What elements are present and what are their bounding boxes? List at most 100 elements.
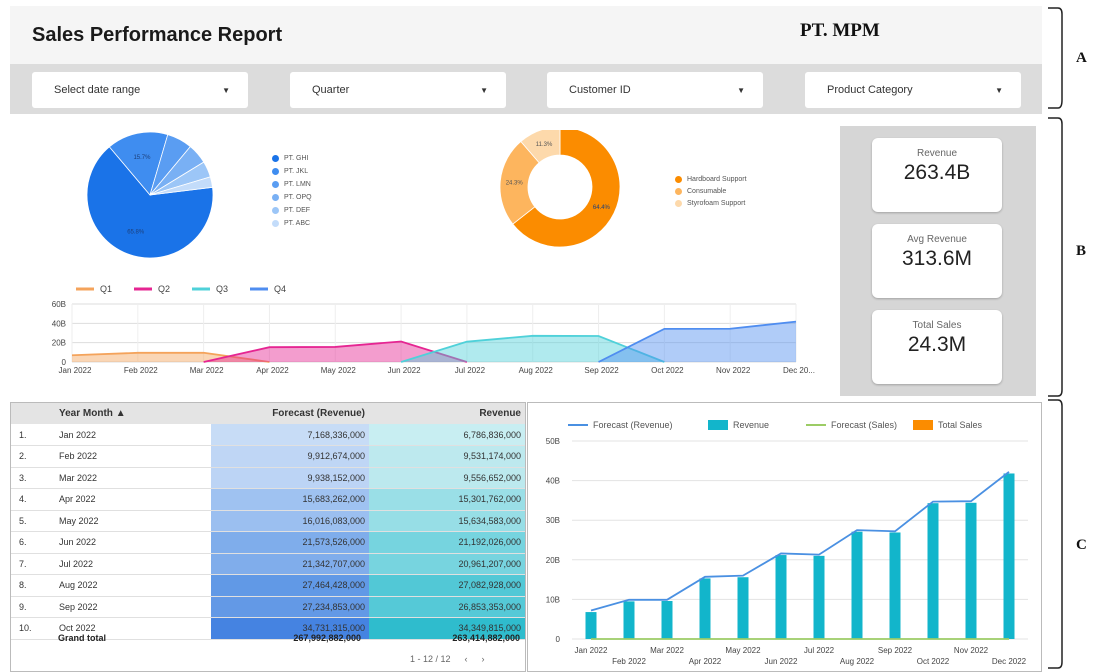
combo-chart-panel: 0 10B 20B 30B 40B 50B Jan 2022 Feb 2022 Mar 2022… xyxy=(527,402,1042,672)
cell-revenue: 9,531,174,000 xyxy=(369,445,525,468)
legend-item[interactable]: PT. OPQ xyxy=(272,194,312,201)
bar[interactable] xyxy=(927,503,939,639)
section-brackets xyxy=(1048,7,1063,669)
series-line[interactable] xyxy=(590,471,1010,612)
x-tick-label: Jul 2022 xyxy=(804,646,835,655)
cell-forecast: 27,234,853,000 xyxy=(211,596,369,618)
row-index: 1. xyxy=(11,424,47,446)
pager-range: 1 - 12 / 12 xyxy=(410,654,451,664)
table-header-row: Year Month ▲ Forecast (Revenue) Revenue xyxy=(11,403,525,424)
cell-year-month: Sep 2022 xyxy=(47,596,211,618)
bar[interactable] xyxy=(965,502,977,639)
cell-revenue: 15,301,762,000 xyxy=(369,488,525,511)
bar[interactable] xyxy=(775,555,787,639)
legend-label[interactable]: Forecast (Revenue) xyxy=(593,420,673,430)
cell-forecast: 27,464,428,000 xyxy=(211,574,369,597)
chevron-down-icon: ▼ xyxy=(737,86,745,95)
y-tick-label: 50B xyxy=(546,437,560,446)
x-tick-label: Jul 2022 xyxy=(455,366,486,375)
x-tick-label: Jun 2022 xyxy=(388,366,421,375)
kpi-value: 24.3M xyxy=(907,333,967,356)
legend-label[interactable]: Q4 xyxy=(274,284,286,294)
slice-data-label: 64.4% xyxy=(593,205,611,211)
customer-id-filter-label: Customer ID xyxy=(569,84,631,96)
legend-item[interactable]: Styrofoam Support xyxy=(675,200,745,207)
table-row[interactable]: 6. Jun 2022 21,573,526,000 21,192,026,000 xyxy=(11,531,525,554)
table-row[interactable]: 2. Feb 2022 9,912,674,000 9,531,174,000 xyxy=(11,445,525,468)
legend-item[interactable]: PT. ABC xyxy=(272,220,310,227)
legend-swatch xyxy=(272,207,279,214)
table-row[interactable]: 3. Mar 2022 9,938,152,000 9,556,652,000 xyxy=(11,467,525,489)
column-header-year-month[interactable]: Year Month ▲ xyxy=(11,403,211,424)
column-header-revenue[interactable]: Revenue xyxy=(369,403,525,424)
section-label-c: C xyxy=(1076,537,1087,553)
y-tick-label: 40B xyxy=(52,319,66,328)
bar[interactable] xyxy=(1003,473,1015,639)
cell-forecast: 9,912,674,000 xyxy=(211,445,369,468)
legend-label[interactable]: Q1 xyxy=(100,284,112,294)
x-tick-label: Feb 2022 xyxy=(612,657,646,666)
legend-item[interactable]: Consumable xyxy=(675,188,726,195)
category-donut-chart: 64.4% 24.3% 11.3% xyxy=(499,130,621,248)
legend-label[interactable]: Total Sales xyxy=(938,420,983,430)
chevron-down-icon: ▼ xyxy=(480,86,488,95)
cell-year-month: May 2022 xyxy=(47,510,211,532)
x-tick-label: Jun 2022 xyxy=(765,657,798,666)
x-tick-label: Mar 2022 xyxy=(650,646,684,655)
product-category-filter[interactable]: Product Category ▼ xyxy=(805,72,1021,108)
legend-swatch xyxy=(272,155,279,162)
chevron-left-icon[interactable]: ‹ xyxy=(465,654,468,664)
bar[interactable] xyxy=(661,600,673,639)
legend-label[interactable]: Forecast (Sales) xyxy=(831,420,897,430)
legend-label[interactable]: Revenue xyxy=(733,420,769,430)
cell-revenue: 20,961,207,000 xyxy=(369,553,525,575)
column-header-forecast[interactable]: Forecast (Revenue) xyxy=(211,403,369,424)
slice-data-label: 65.8% xyxy=(127,229,145,235)
legend-item[interactable]: Hardboard Support xyxy=(675,176,747,183)
bar[interactable] xyxy=(813,555,825,639)
x-tick-label: Feb 2022 xyxy=(124,366,158,375)
date-range-filter[interactable]: Select date range ▼ xyxy=(32,72,248,108)
cell-revenue: 6,786,836,000 xyxy=(369,424,525,446)
table-row[interactable]: 9. Sep 2022 27,234,853,000 26,853,353,000 xyxy=(11,596,525,618)
kpi-value: 313.6M xyxy=(901,247,973,270)
legend-label[interactable]: Q2 xyxy=(158,284,170,294)
legend-label[interactable]: Q3 xyxy=(216,284,228,294)
chevron-right-icon[interactable]: › xyxy=(482,654,485,664)
legend-label: Styrofoam Support xyxy=(687,200,746,207)
legend-swatch xyxy=(913,420,933,430)
table-row[interactable]: 8. Aug 2022 27,464,428,000 27,082,928,000 xyxy=(11,574,525,597)
quarter-filter[interactable]: Quarter ▼ xyxy=(290,72,506,108)
bar[interactable] xyxy=(737,577,749,639)
row-index: 6. xyxy=(11,531,47,554)
cell-year-month: Mar 2022 xyxy=(47,467,211,489)
table-row[interactable]: 5. May 2022 16,016,083,000 15,634,583,000 xyxy=(11,510,525,532)
cell-forecast: 7,168,336,000 xyxy=(211,424,369,446)
bar[interactable] xyxy=(699,578,711,639)
bar[interactable] xyxy=(585,612,597,639)
legend-item[interactable]: PT. GHI xyxy=(272,155,309,162)
cell-year-month: Jan 2022 xyxy=(47,424,211,446)
cell-year-month: Feb 2022 xyxy=(47,445,211,468)
kpi-value: 263.4B xyxy=(903,161,971,184)
row-index: 4. xyxy=(11,488,47,511)
x-tick-label: Apr 2022 xyxy=(256,366,289,375)
series-area[interactable] xyxy=(598,321,796,362)
cell-forecast: 9,938,152,000 xyxy=(211,467,369,489)
legend-swatch xyxy=(272,181,279,188)
grand-total-forecast: 267,992,882,000 xyxy=(293,633,361,643)
customer-id-filter[interactable]: Customer ID ▼ xyxy=(547,72,763,108)
legend-item[interactable]: PT. JKL xyxy=(272,168,308,175)
legend-item[interactable]: PT. LMN xyxy=(272,181,311,188)
bar[interactable] xyxy=(623,601,635,639)
cell-year-month: Apr 2022 xyxy=(47,488,211,511)
legend-item[interactable]: PT. DEF xyxy=(272,207,310,214)
bracket-c xyxy=(1048,399,1063,669)
table-row[interactable]: 4. Apr 2022 15,683,262,000 15,301,762,000 xyxy=(11,488,525,511)
bar[interactable] xyxy=(889,532,901,639)
table-row[interactable]: 7. Jul 2022 21,342,707,000 20,961,207,000 xyxy=(11,553,525,575)
monthly-revenue-table: Year Month ▲ Forecast (Revenue) Revenue … xyxy=(11,403,525,640)
table-row[interactable]: 1. Jan 2022 7,168,336,000 6,786,836,000 xyxy=(11,424,525,446)
x-tick-label: Apr 2022 xyxy=(689,657,722,666)
bar[interactable] xyxy=(851,531,863,639)
